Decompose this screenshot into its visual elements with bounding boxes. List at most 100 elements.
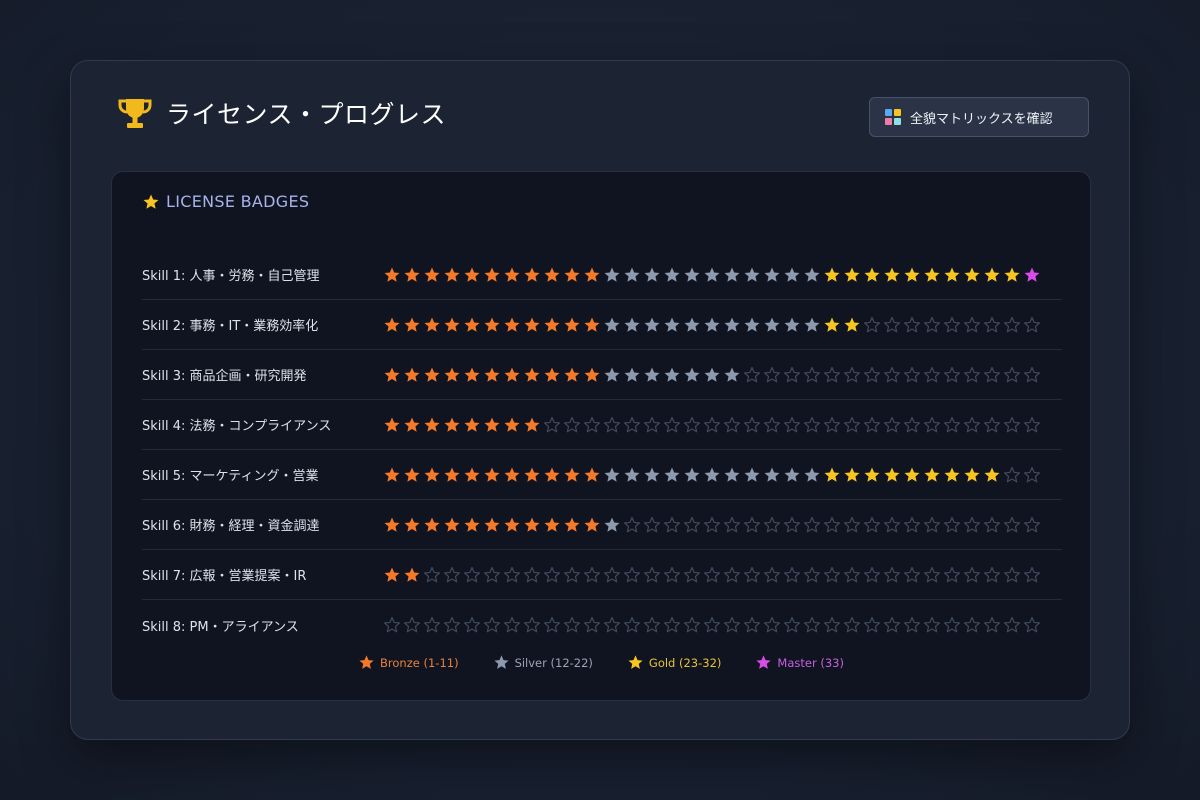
bronze-star-icon	[404, 267, 420, 282]
bronze-star-icon	[384, 367, 400, 382]
empty-star-icon	[863, 516, 881, 532]
legend-label: Silver (12-22)	[514, 655, 593, 670]
view-matrix-button[interactable]: 全貌マトリックスを確認	[869, 97, 1089, 137]
empty-star-icon	[723, 616, 741, 633]
empty-star-icon	[543, 416, 561, 432]
bronze-star-icon	[464, 267, 480, 282]
empty-star-icon	[603, 416, 621, 432]
skill-star-track	[382, 266, 1042, 284]
empty-star-icon	[843, 616, 861, 633]
bronze-star-icon	[464, 367, 480, 382]
empty-star-icon	[923, 566, 941, 582]
skill-row: Skill 3: 商品企画・研究開発	[142, 350, 1062, 400]
empty-star-icon	[663, 416, 681, 432]
empty-star-icon	[723, 516, 741, 532]
empty-star-icon	[903, 566, 921, 582]
silver-star-icon	[784, 317, 800, 332]
gold-star-icon	[924, 467, 940, 482]
bronze-star-icon	[504, 467, 520, 482]
bronze-star-icon	[384, 467, 400, 482]
empty-star-icon	[883, 516, 901, 532]
bronze-star-icon	[484, 467, 500, 482]
bronze-star-icon	[504, 267, 520, 282]
empty-star-icon	[703, 416, 721, 432]
gold-star-icon	[824, 267, 840, 282]
empty-star-icon	[763, 416, 781, 432]
empty-star-icon	[1003, 516, 1021, 532]
empty-star-icon	[743, 616, 761, 633]
empty-star-icon	[623, 416, 641, 432]
empty-star-icon	[763, 516, 781, 532]
bronze-star-icon	[584, 317, 600, 332]
empty-star-icon	[963, 616, 981, 633]
bronze-star-icon	[424, 367, 440, 382]
empty-star-icon	[923, 616, 941, 633]
skill-star-track	[382, 466, 1042, 484]
bronze-star-icon	[404, 417, 420, 432]
empty-star-icon	[823, 616, 841, 633]
bronze-star-icon	[404, 317, 420, 332]
empty-star-icon	[943, 516, 961, 532]
silver-star-icon	[724, 317, 740, 332]
skill-label: Skill 2: 事務・IT・業務効率化	[142, 319, 319, 334]
empty-star-icon	[463, 616, 481, 633]
silver-star-icon	[764, 317, 780, 332]
silver-star-icon	[644, 317, 660, 332]
skill-row: Skill 8: PM・アライアンス	[142, 600, 1062, 650]
silver-star-icon	[724, 367, 740, 382]
gold-star-icon	[824, 317, 840, 332]
bronze-star-icon	[544, 467, 560, 482]
empty-star-icon	[843, 366, 861, 382]
empty-star-icon	[863, 566, 881, 582]
empty-star-icon	[903, 516, 921, 532]
empty-star-icon	[643, 566, 661, 582]
empty-star-icon	[963, 366, 981, 382]
gold-star-icon	[864, 267, 880, 282]
empty-star-icon	[863, 416, 881, 432]
bronze-star-icon	[524, 317, 540, 332]
empty-star-icon	[843, 566, 861, 582]
gold-star-icon	[924, 267, 940, 282]
silver-star-icon	[724, 267, 740, 282]
gold-star-icon	[884, 467, 900, 482]
master-star-icon	[1024, 267, 1040, 282]
bronze-star-icon	[484, 417, 500, 432]
silver-star-icon	[744, 267, 760, 282]
empty-star-icon	[923, 316, 941, 332]
bronze-star-icon	[359, 655, 374, 669]
empty-star-icon	[643, 616, 661, 633]
silver-star-icon	[644, 367, 660, 382]
bronze-star-icon	[544, 267, 560, 282]
bronze-star-icon	[584, 517, 600, 532]
silver-star-icon	[624, 317, 640, 332]
empty-star-icon	[883, 566, 901, 582]
gold-star-icon	[884, 267, 900, 282]
license-progress-card: ライセンス・プログレス 全貌マトリックスを確認 LICENSE BADGES S…	[70, 60, 1130, 740]
empty-star-icon	[563, 416, 581, 432]
empty-star-icon	[943, 566, 961, 582]
bronze-star-icon	[444, 417, 460, 432]
bronze-star-icon	[404, 467, 420, 482]
empty-star-icon	[883, 316, 901, 332]
empty-star-icon	[743, 516, 761, 532]
empty-star-icon	[783, 366, 801, 382]
empty-star-icon	[443, 566, 461, 582]
empty-star-icon	[963, 416, 981, 432]
empty-star-icon	[803, 366, 821, 382]
bronze-star-icon	[444, 367, 460, 382]
empty-star-icon	[983, 566, 1001, 582]
silver-star-icon	[724, 467, 740, 482]
empty-star-icon	[983, 416, 1001, 432]
silver-star-icon	[784, 267, 800, 282]
bronze-star-icon	[424, 467, 440, 482]
legend-item-silver: Silver (12-22)	[493, 654, 593, 671]
empty-star-icon	[683, 566, 701, 582]
panel-title: LICENSE BADGES	[142, 192, 309, 211]
empty-star-icon	[383, 616, 401, 633]
empty-star-icon	[1023, 366, 1041, 382]
empty-star-icon	[903, 416, 921, 432]
empty-star-icon	[563, 566, 581, 582]
bronze-star-icon	[384, 567, 400, 582]
bronze-star-icon	[524, 417, 540, 432]
skill-row: Skill 1: 人事・労務・自己管理	[142, 250, 1062, 300]
